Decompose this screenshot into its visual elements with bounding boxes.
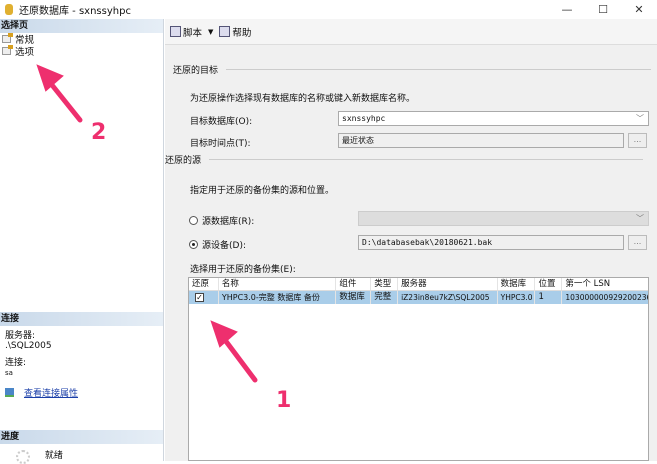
arrow-2-shaft (45, 77, 83, 123)
annotation-2: 2 (91, 120, 107, 145)
annotation-1: 1 (276, 388, 292, 413)
arrow-1-shaft (219, 333, 258, 383)
annotation-arrows (36, 64, 258, 383)
arrow-2-head (36, 64, 64, 92)
arrow-1-head (210, 320, 238, 348)
